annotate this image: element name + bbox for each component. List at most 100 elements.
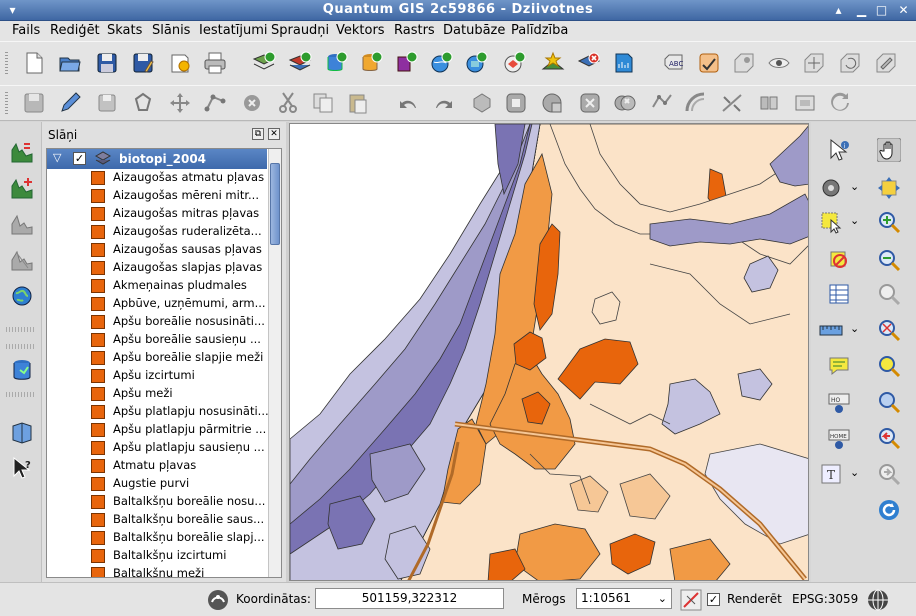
render-checkbox[interactable]: ✓ bbox=[707, 593, 720, 606]
legend-class-item[interactable]: Atmatu pļavas bbox=[91, 457, 269, 475]
chevron-down-icon[interactable]: ⌄ bbox=[850, 466, 859, 479]
toolbar-grip-2[interactable] bbox=[5, 92, 8, 114]
save-project-icon[interactable] bbox=[95, 51, 119, 75]
add-vector-layer-icon[interactable] bbox=[288, 51, 312, 75]
legend-class-item[interactable]: Apbūve, uzņēmumi, arm... bbox=[91, 295, 269, 313]
whats-this-icon[interactable]: ? bbox=[10, 456, 34, 480]
zoom-last-icon[interactable] bbox=[877, 426, 901, 450]
chevron-down-icon[interactable]: ⌄ bbox=[850, 322, 859, 335]
run-feature-action-icon[interactable] bbox=[819, 176, 843, 200]
globe-icon[interactable] bbox=[10, 284, 34, 308]
simplify-feature-icon[interactable] bbox=[470, 91, 494, 115]
menu-raster[interactable]: Rastrs bbox=[394, 23, 435, 38]
zoom-out-icon[interactable] bbox=[877, 248, 901, 272]
toolbar-grip[interactable] bbox=[5, 52, 8, 74]
add-wcs-layer-icon[interactable] bbox=[464, 51, 488, 75]
show-bookmarks-icon[interactable]: HOME bbox=[827, 426, 851, 450]
reshape-features-icon[interactable] bbox=[650, 91, 674, 115]
merge-features-icon[interactable] bbox=[757, 91, 781, 115]
close-icon[interactable]: ✕ bbox=[895, 2, 912, 18]
toggle-editing-icon[interactable] bbox=[58, 91, 82, 115]
legend-class-item[interactable]: Baltalkšņu boreālie saus... bbox=[91, 511, 269, 529]
add-spatialite-layer-icon[interactable] bbox=[359, 51, 383, 75]
add-feature-icon[interactable] bbox=[131, 91, 155, 115]
legend-class-item[interactable]: Aizaugošas mitras pļavas bbox=[91, 205, 269, 223]
legend-class-item[interactable]: Baltalkšņu boreālie slapj... bbox=[91, 529, 269, 547]
measure-line-icon[interactable] bbox=[819, 318, 843, 342]
redo-icon[interactable] bbox=[432, 91, 456, 115]
spatialite-database-icon[interactable] bbox=[10, 358, 34, 382]
menu-layer[interactable]: Slānis bbox=[152, 23, 190, 38]
pin-labels-icon[interactable] bbox=[732, 51, 756, 75]
add-ring-icon[interactable] bbox=[504, 91, 528, 115]
save-layer-edits-icon[interactable] bbox=[95, 91, 119, 115]
delete-ring-icon[interactable] bbox=[578, 91, 602, 115]
show-hide-labels-icon[interactable] bbox=[767, 51, 791, 75]
menu-file[interactable]: Fails bbox=[12, 23, 40, 38]
stop-render-icon[interactable] bbox=[679, 588, 702, 611]
legend-class-item[interactable]: Apšu boreālie slapjie meži bbox=[91, 349, 269, 367]
zoom-next-icon[interactable] bbox=[877, 462, 901, 486]
merge-attributes-icon[interactable] bbox=[793, 91, 817, 115]
layer-visibility-checkbox[interactable]: ✓ bbox=[73, 152, 86, 165]
rotate-label-icon[interactable] bbox=[838, 51, 862, 75]
collapse-arrow-icon[interactable]: ▽ bbox=[53, 151, 61, 164]
add-wms-layer-icon[interactable] bbox=[429, 51, 453, 75]
legend-class-item[interactable]: Augstie purvi bbox=[91, 475, 269, 493]
remove-layer-icon[interactable] bbox=[577, 51, 601, 75]
legend-class-item[interactable]: Aizaugošas slapjas pļavas bbox=[91, 259, 269, 277]
map-canvas[interactable] bbox=[289, 123, 809, 581]
crs-status[interactable]: EPSG:3059 bbox=[792, 592, 858, 606]
legend-class-item[interactable]: Baltalkšņu boreālie nosu... bbox=[91, 493, 269, 511]
new-project-icon[interactable] bbox=[22, 51, 46, 75]
legend-class-item[interactable]: Apšu izcirtumi bbox=[91, 367, 269, 385]
save-edits-icon[interactable] bbox=[22, 91, 46, 115]
change-label-icon[interactable] bbox=[874, 51, 898, 75]
legend-class-item[interactable]: Aizaugošas atmatu pļavas bbox=[91, 169, 269, 187]
cut-features-icon[interactable] bbox=[276, 91, 300, 115]
legend-class-item[interactable]: Apšu meži bbox=[91, 385, 269, 403]
legend-class-item[interactable]: Baltalkšņu izcirtumi bbox=[91, 547, 269, 565]
attribute-table-icon[interactable] bbox=[827, 282, 851, 306]
legend-class-item[interactable]: Aizaugošas sausas pļavas bbox=[91, 241, 269, 259]
shade-icon[interactable]: ▴ bbox=[830, 2, 847, 18]
legend-class-item[interactable]: Akmeņainas pludmales bbox=[91, 277, 269, 295]
save-as-icon[interactable] bbox=[131, 51, 155, 75]
menu-database[interactable]: Datubāze bbox=[443, 23, 505, 38]
paste-features-icon[interactable] bbox=[346, 91, 370, 115]
zoom-to-selection-icon[interactable] bbox=[877, 354, 901, 378]
new-print-composer-icon[interactable] bbox=[168, 51, 192, 75]
map-tips-icon[interactable] bbox=[827, 354, 851, 378]
legend-class-item[interactable]: Aizaugošas ruderalizēta... bbox=[91, 223, 269, 241]
legend-class-item[interactable]: Aizaugošas mēreni mitr... bbox=[91, 187, 269, 205]
move-label-icon[interactable] bbox=[802, 51, 826, 75]
delete-part-icon[interactable] bbox=[613, 91, 637, 115]
split-features-icon[interactable] bbox=[720, 91, 744, 115]
print-icon[interactable] bbox=[203, 51, 227, 75]
new-bookmark-icon[interactable]: HO bbox=[827, 390, 851, 414]
delete-selected-icon[interactable] bbox=[240, 91, 264, 115]
maximize-icon[interactable]: □ bbox=[873, 2, 890, 18]
zoom-full-icon[interactable] bbox=[877, 318, 901, 342]
chevron-down-icon[interactable]: ⌄ bbox=[850, 214, 859, 227]
local-histogram-icon[interactable] bbox=[10, 212, 34, 236]
legend-class-item[interactable]: Apšu boreālie sausieņu ... bbox=[91, 331, 269, 349]
legend-class-item[interactable]: Apšu platlapju pārmitrie ... bbox=[91, 421, 269, 439]
menu-plugins[interactable]: Spraudņi bbox=[271, 23, 329, 38]
label-tool-icon[interactable]: ABC bbox=[662, 51, 686, 75]
add-wfs-layer-icon[interactable] bbox=[502, 51, 526, 75]
undo-icon[interactable] bbox=[396, 91, 420, 115]
text-annotation-icon[interactable]: T bbox=[819, 462, 843, 486]
histogram-stretch-icon[interactable] bbox=[10, 140, 34, 164]
float-panel-icon[interactable]: ⧉ bbox=[252, 128, 264, 140]
add-raster-layer-icon[interactable] bbox=[252, 51, 276, 75]
add-postgis-layer-icon[interactable] bbox=[324, 51, 348, 75]
refresh-icon[interactable] bbox=[877, 498, 901, 522]
legend-class-item[interactable]: Baltalkšņu meži bbox=[91, 565, 269, 577]
open-project-icon[interactable] bbox=[58, 51, 82, 75]
close-panel-icon[interactable]: ✕ bbox=[268, 128, 280, 140]
zoom-actual-size-icon[interactable] bbox=[877, 282, 901, 306]
offset-curve-icon[interactable] bbox=[684, 91, 708, 115]
legend-class-item[interactable]: Apšu platlapju nosusināti... bbox=[91, 403, 269, 421]
new-shapefile-icon[interactable] bbox=[612, 51, 636, 75]
